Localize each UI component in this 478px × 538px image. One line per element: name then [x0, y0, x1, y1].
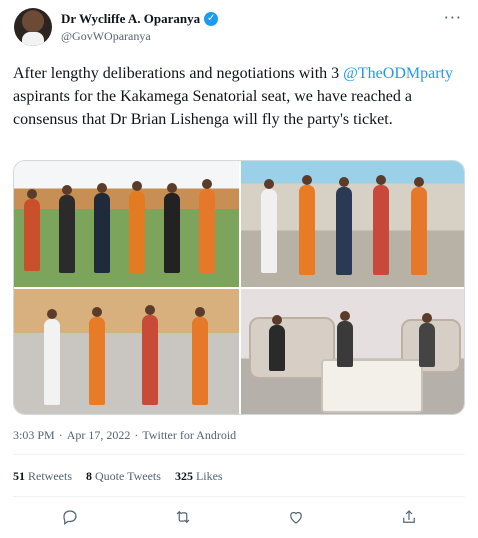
tweet-meta: 3:03 PM · Apr 17, 2022 · Twitter for And… — [13, 428, 236, 443]
person-figure — [89, 317, 105, 405]
quote-tweets-label: Quote Tweets — [95, 469, 161, 483]
reply-button[interactable] — [59, 506, 81, 528]
avatar[interactable] — [14, 8, 52, 46]
person-head — [167, 183, 177, 193]
person-figure — [192, 317, 208, 405]
tweet-text-part1: After lengthy deliberations and negotiat… — [13, 65, 344, 82]
like-button[interactable] — [285, 506, 307, 528]
tweet-source[interactable]: Twitter for Android — [142, 428, 236, 443]
tweet-text: After lengthy deliberations and negotiat… — [13, 62, 465, 131]
retweet-icon — [176, 510, 189, 524]
person-head — [264, 179, 274, 189]
likes-label: Likes — [195, 469, 223, 483]
retweets-label: Retweets — [28, 469, 72, 483]
share-button[interactable] — [398, 506, 420, 528]
person-head — [302, 175, 312, 185]
quote-tweets-count: 8 — [86, 469, 92, 483]
person-figure — [142, 315, 158, 405]
share-icon — [402, 510, 415, 523]
photo-2[interactable] — [241, 161, 464, 287]
like-icon — [289, 511, 302, 524]
person-figure — [299, 185, 315, 275]
tweet-date[interactable]: Apr 17, 2022 — [67, 428, 131, 443]
person-head — [97, 183, 107, 193]
reply-icon — [62, 510, 77, 525]
person-head — [339, 177, 349, 187]
author-handle[interactable]: @GovWOparanya — [61, 29, 151, 44]
person-figure — [129, 191, 145, 273]
likes-count: 325 — [174, 469, 193, 483]
person-head — [272, 315, 282, 325]
person-figure — [199, 189, 215, 273]
person-figure — [336, 187, 352, 275]
photo-grid — [13, 160, 465, 415]
retweets-count: 51 — [13, 469, 25, 483]
person-head — [202, 179, 212, 189]
retweets-stat[interactable]: 51 Retweets — [13, 469, 72, 484]
tweet-time[interactable]: 3:03 PM — [13, 428, 55, 443]
photo-1[interactable] — [14, 161, 239, 287]
person-figure — [164, 193, 180, 273]
person-head — [195, 307, 205, 317]
person-head — [27, 189, 37, 199]
retweet-button[interactable] — [172, 506, 194, 528]
action-bar — [13, 506, 465, 528]
mention-link[interactable]: @TheODMparty — [343, 65, 453, 82]
quote-tweets-stat[interactable]: 8 Quote Tweets — [86, 469, 161, 484]
tweet-text-part2: aspirants for the Kakamega Senatorial se… — [13, 88, 412, 128]
person-head — [92, 307, 102, 317]
tweet-stats: 51 Retweets 8 Quote Tweets 325 Likes — [13, 469, 223, 484]
author-name-row[interactable]: Dr Wycliffe A. Oparanya ✓ — [61, 11, 219, 27]
person-head — [145, 305, 155, 315]
person-figure — [44, 319, 60, 405]
person-figure — [337, 321, 353, 367]
likes-stat[interactable]: 325 Likes — [175, 469, 223, 484]
person-figure — [411, 187, 427, 275]
person-head — [132, 181, 142, 191]
verified-badge-icon: ✓ — [204, 12, 219, 26]
coffee-table — [321, 359, 423, 413]
person-figure — [59, 195, 75, 273]
meta-separator: · — [134, 428, 139, 442]
photo-4[interactable] — [241, 289, 464, 414]
divider — [13, 496, 465, 497]
person-head — [47, 309, 57, 319]
person-figure — [419, 323, 435, 367]
person-head — [422, 313, 432, 323]
person-figure — [94, 193, 110, 273]
photo-3[interactable] — [14, 289, 239, 414]
person-figure — [261, 189, 277, 273]
more-options-icon[interactable]: ··· — [444, 8, 462, 27]
meta-separator: · — [58, 428, 63, 442]
person-figure — [24, 199, 40, 271]
person-figure — [269, 325, 285, 371]
person-figure — [373, 185, 389, 275]
author-name[interactable]: Dr Wycliffe A. Oparanya — [61, 11, 200, 27]
person-head — [376, 175, 386, 185]
person-head — [414, 177, 424, 187]
divider — [13, 454, 465, 455]
person-head — [340, 311, 350, 321]
person-head — [62, 185, 72, 195]
